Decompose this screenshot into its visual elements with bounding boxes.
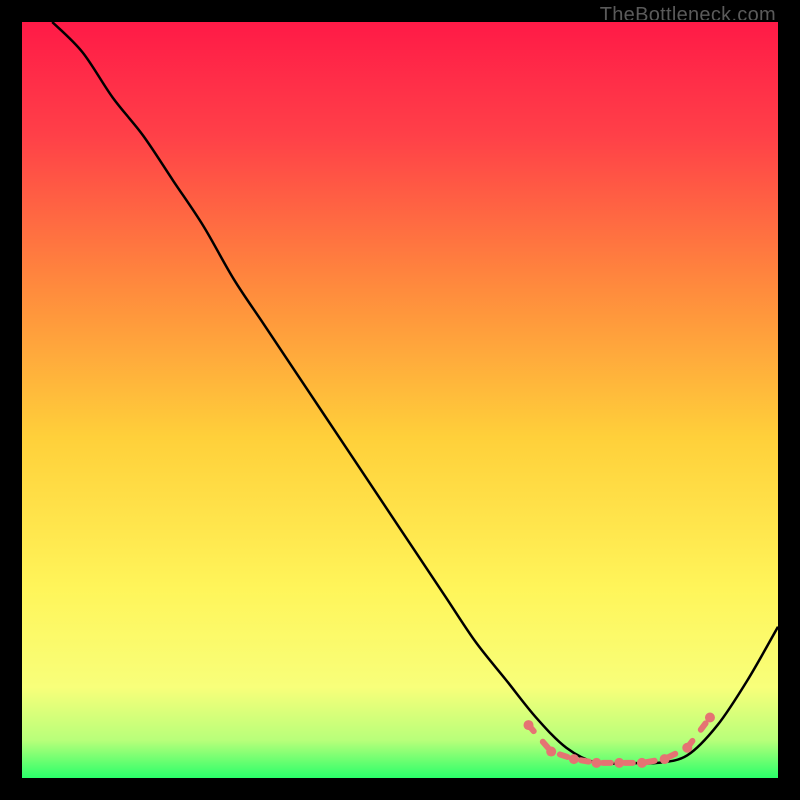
optimal-marker-dot [660, 754, 670, 764]
optimal-marker-dot [682, 743, 692, 753]
optimal-marker-group [524, 713, 715, 768]
optimal-dash-line [529, 718, 710, 763]
optimal-marker-dot [614, 758, 624, 768]
optimal-marker-dot [569, 754, 579, 764]
optimal-marker-dot [546, 747, 556, 757]
optimal-marker-dot [524, 720, 534, 730]
chart-container: TheBottleneck.com [0, 0, 800, 800]
optimal-marker-dot [705, 713, 715, 723]
optimal-marker-dot [637, 758, 647, 768]
optimal-marker-dot [592, 758, 602, 768]
curve-layer [22, 22, 778, 778]
plot-area [22, 22, 778, 778]
bottleneck-curve [52, 22, 778, 764]
